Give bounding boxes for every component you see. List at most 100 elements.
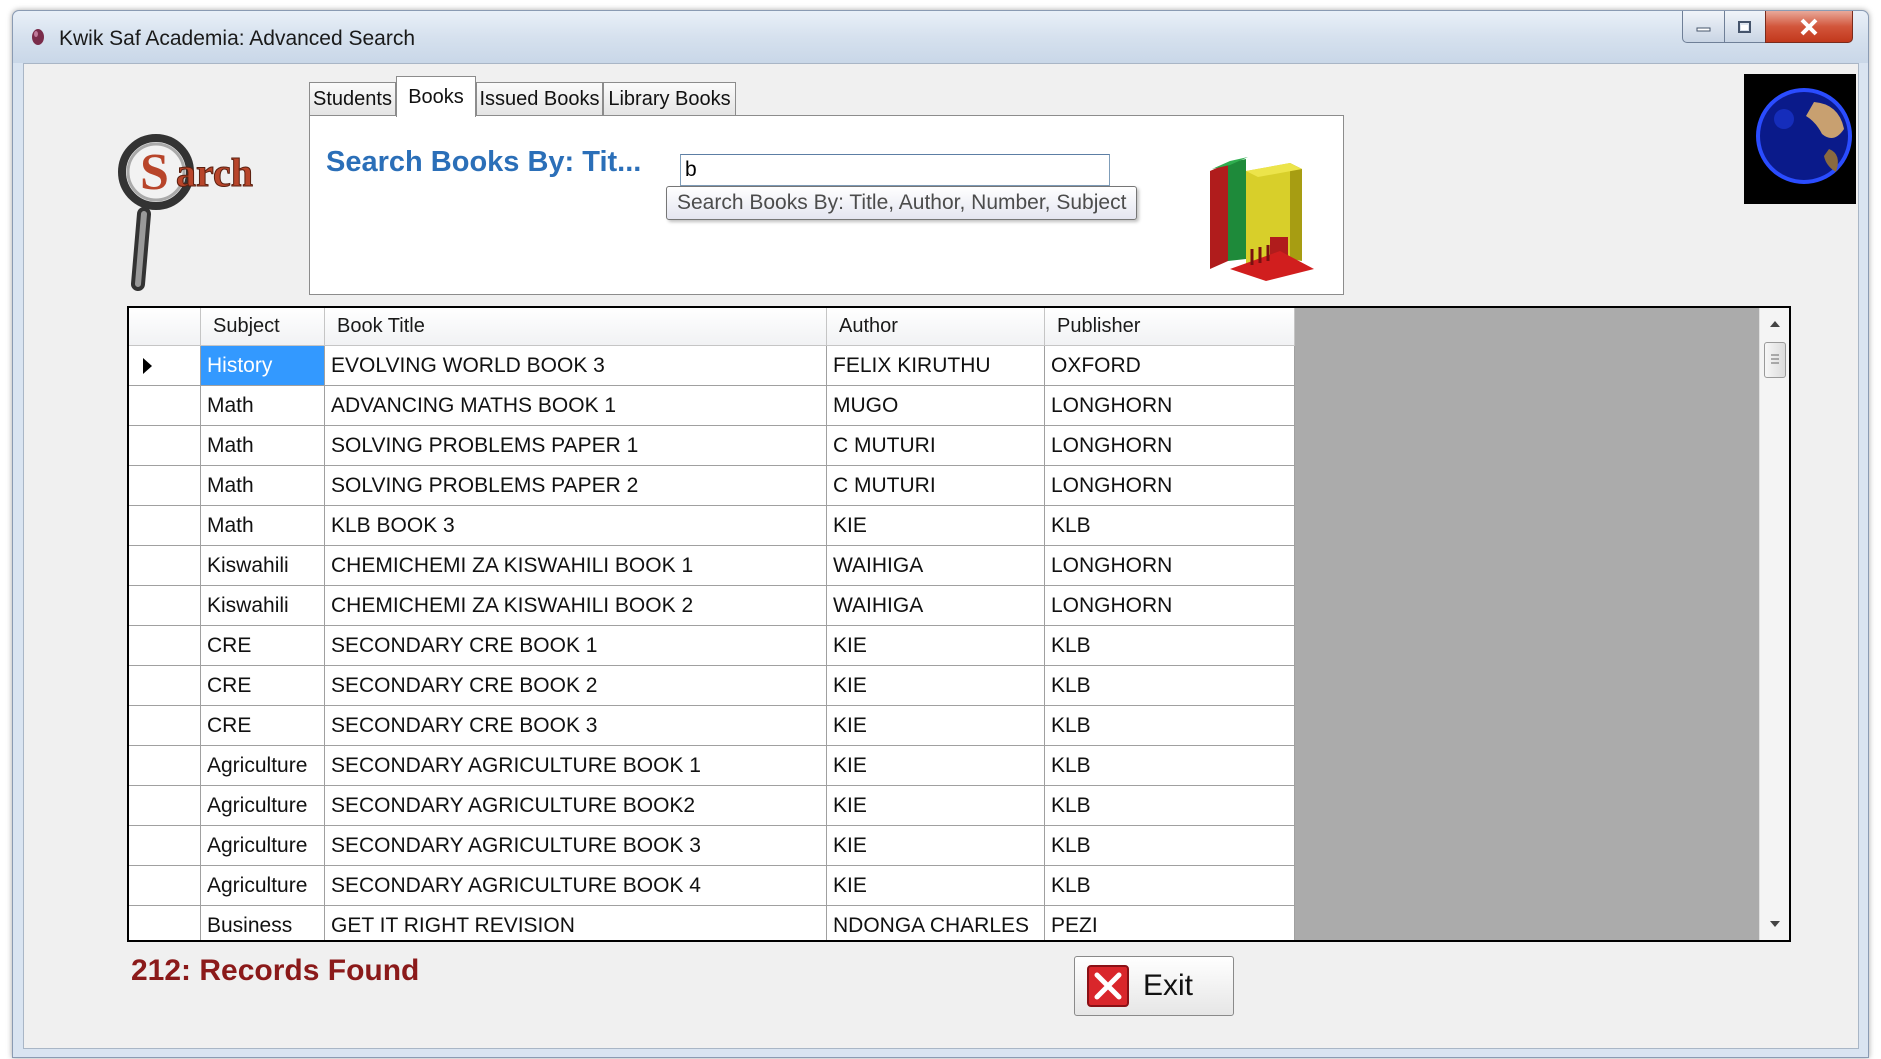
cell-publisher[interactable]: LONGHORN <box>1045 386 1295 426</box>
cell-author[interactable]: C MUTURI <box>827 466 1045 506</box>
tab-books[interactable]: Books <box>396 76 476 117</box>
cell-publisher[interactable]: LONGHORN <box>1045 586 1295 626</box>
row-header[interactable] <box>129 786 201 826</box>
cell-book-title[interactable]: SECONDARY AGRICULTURE BOOK 3 <box>325 826 827 866</box>
cell-author[interactable]: WAIHIGA <box>827 546 1045 586</box>
cell-subject[interactable]: Kiswahili <box>201 586 325 626</box>
cell-author[interactable]: KIE <box>827 746 1045 786</box>
cell-subject[interactable]: Math <box>201 506 325 546</box>
cell-author[interactable]: KIE <box>827 786 1045 826</box>
cell-publisher[interactable]: KLB <box>1045 826 1295 866</box>
table-row[interactable]: Agriculture SECONDARY AGRICULTURE BOOK2 KI… <box>129 786 1295 826</box>
cell-book-title[interactable]: SECONDARY CRE BOOK 1 <box>325 626 827 666</box>
exit-button[interactable]: Exit <box>1074 956 1234 1016</box>
cell-author[interactable]: KIE <box>827 706 1045 746</box>
cell-book-title[interactable]: SECONDARY AGRICULTURE BOOK2 <box>325 786 827 826</box>
table-row[interactable]: Agriculture SECONDARY AGRICULTURE BOOK 1K… <box>129 746 1295 786</box>
tab-issued-books[interactable]: Issued Books <box>476 82 603 116</box>
cell-subject[interactable]: CRE <box>201 626 325 666</box>
tab-students[interactable]: Students <box>309 82 396 116</box>
cell-subject[interactable]: Math <box>201 466 325 506</box>
table-row[interactable]: History EVOLVING WORLD BOOK 3 FELIX KIRUTH… <box>129 346 1295 386</box>
table-row[interactable]: Math KLB BOOK 3 KIE KLB <box>129 506 1295 546</box>
cell-publisher[interactable]: KLB <box>1045 706 1295 746</box>
cell-publisher[interactable]: PEZI <box>1045 906 1295 940</box>
cell-publisher[interactable]: KLB <box>1045 786 1295 826</box>
cell-book-title[interactable]: SECONDARY CRE BOOK 2 <box>325 666 827 706</box>
row-header[interactable] <box>129 346 201 386</box>
row-header[interactable] <box>129 586 201 626</box>
cell-book-title[interactable]: ADVANCING MATHS BOOK 1 <box>325 386 827 426</box>
search-books-input[interactable] <box>680 154 1110 186</box>
cell-book-title[interactable]: EVOLVING WORLD BOOK 3 <box>325 346 827 386</box>
table-row[interactable]: Business GET IT RIGHT REVISION NDONGA CHAR… <box>129 906 1295 940</box>
row-header[interactable] <box>129 866 201 906</box>
cell-book-title[interactable]: CHEMICHEMI ZA KISWAHILI BOOK 1 <box>325 546 827 586</box>
cell-book-title[interactable]: CHEMICHEMI ZA KISWAHILI BOOK 2 <box>325 586 827 626</box>
books-data-grid[interactable]: Subject Book Title Author Publisher Hist… <box>127 306 1791 942</box>
cell-subject[interactable]: Kiswahili <box>201 546 325 586</box>
cell-subject[interactable]: Agriculture <box>201 866 325 906</box>
scroll-up-icon[interactable] <box>1760 310 1790 338</box>
cell-author[interactable]: KIE <box>827 666 1045 706</box>
row-header[interactable] <box>129 506 201 546</box>
row-header[interactable] <box>129 906 201 940</box>
cell-author[interactable]: C MUTURI <box>827 426 1045 466</box>
row-header[interactable] <box>129 426 201 466</box>
cell-subject[interactable]: Business <box>201 906 325 940</box>
cell-book-title[interactable]: KLB BOOK 3 <box>325 506 827 546</box>
cell-publisher[interactable]: LONGHORN <box>1045 426 1295 466</box>
cell-subject[interactable]: Math <box>201 426 325 466</box>
table-row[interactable]: Math SOLVING PROBLEMS PAPER 1C MUTURI LONG… <box>129 426 1295 466</box>
row-header[interactable] <box>129 626 201 666</box>
cell-subject[interactable]: History <box>201 346 325 386</box>
cell-publisher[interactable]: KLB <box>1045 506 1295 546</box>
cell-book-title[interactable]: SOLVING PROBLEMS PAPER 1 <box>325 426 827 466</box>
table-row[interactable]: Math SOLVING PROBLEMS PAPER 2C MUTURI LONG… <box>129 466 1295 506</box>
cell-publisher[interactable]: KLB <box>1045 746 1295 786</box>
table-row[interactable]: CRE SECONDARY CRE BOOK 1 KIE KLB <box>129 626 1295 666</box>
row-header[interactable] <box>129 706 201 746</box>
cell-subject[interactable]: Math <box>201 386 325 426</box>
cell-book-title[interactable]: SECONDARY CRE BOOK 3 <box>325 706 827 746</box>
cell-author[interactable]: FELIX KIRUTHU <box>827 346 1045 386</box>
cell-book-title[interactable]: SOLVING PROBLEMS PAPER 2 <box>325 466 827 506</box>
cell-publisher[interactable]: LONGHORN <box>1045 466 1295 506</box>
row-header[interactable] <box>129 386 201 426</box>
cell-publisher[interactable]: KLB <box>1045 626 1295 666</box>
column-header-author[interactable]: Author <box>827 308 1045 346</box>
cell-subject[interactable]: Agriculture <box>201 786 325 826</box>
cell-publisher[interactable]: LONGHORN <box>1045 546 1295 586</box>
table-row[interactable]: Agriculture SECONDARY AGRICULTURE BOOK 3K… <box>129 826 1295 866</box>
cell-author[interactable]: KIE <box>827 506 1045 546</box>
row-header[interactable] <box>129 826 201 866</box>
cell-subject[interactable]: CRE <box>201 666 325 706</box>
maximize-button[interactable] <box>1724 11 1766 43</box>
cell-book-title[interactable]: GET IT RIGHT REVISION <box>325 906 827 940</box>
cell-subject[interactable]: Agriculture <box>201 826 325 866</box>
column-header-book-title[interactable]: Book Title <box>325 308 827 346</box>
vertical-scrollbar[interactable] <box>1759 308 1789 940</box>
cell-author[interactable]: KIE <box>827 626 1045 666</box>
cell-author[interactable]: KIE <box>827 866 1045 906</box>
table-row[interactable]: Kiswahili CHEMICHEMI ZA KISWAHILI BOOK 1W… <box>129 546 1295 586</box>
minimize-button[interactable] <box>1682 11 1725 43</box>
table-row[interactable]: CRE SECONDARY CRE BOOK 3 KIE KLB <box>129 706 1295 746</box>
column-header-subject[interactable]: Subject <box>201 308 325 346</box>
cell-author[interactable]: NDONGA CHARLES <box>827 906 1045 940</box>
cell-author[interactable]: MUGO <box>827 386 1045 426</box>
cell-subject[interactable]: Agriculture <box>201 746 325 786</box>
column-header-publisher[interactable]: Publisher <box>1045 308 1295 346</box>
cell-publisher[interactable]: OXFORD <box>1045 346 1295 386</box>
close-window-button[interactable] <box>1765 11 1853 43</box>
scrollbar-thumb[interactable] <box>1764 342 1786 378</box>
row-header[interactable] <box>129 546 201 586</box>
table-row[interactable]: CRE SECONDARY CRE BOOK 2 KIE KLB <box>129 666 1295 706</box>
cell-subject[interactable]: CRE <box>201 706 325 746</box>
row-header[interactable] <box>129 746 201 786</box>
cell-publisher[interactable]: KLB <box>1045 666 1295 706</box>
cell-book-title[interactable]: SECONDARY AGRICULTURE BOOK 4 <box>325 866 827 906</box>
cell-book-title[interactable]: SECONDARY AGRICULTURE BOOK 1 <box>325 746 827 786</box>
cell-author[interactable]: KIE <box>827 826 1045 866</box>
scroll-down-icon[interactable] <box>1760 910 1790 938</box>
